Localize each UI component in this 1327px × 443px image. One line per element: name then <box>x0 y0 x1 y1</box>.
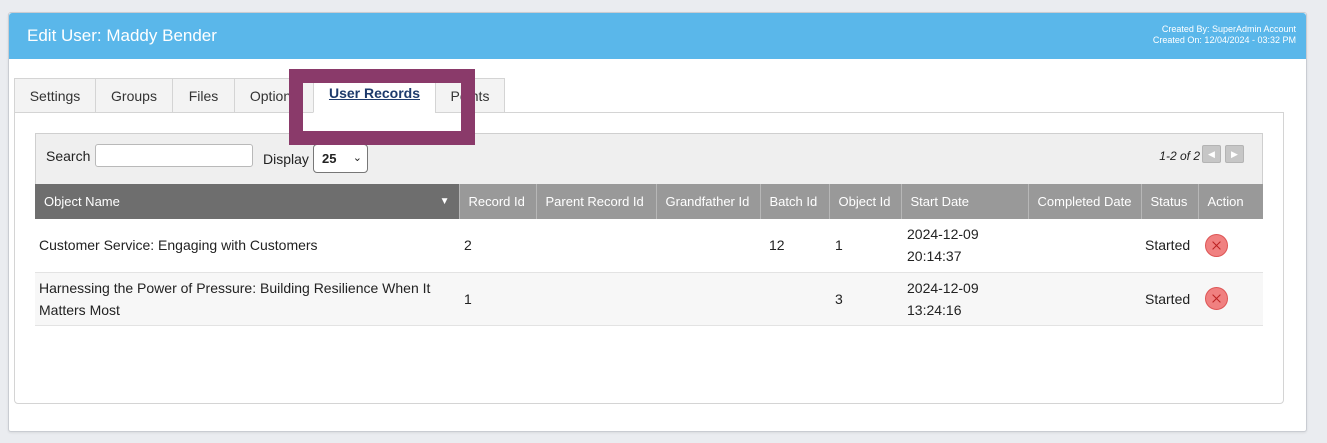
cell-action <box>1198 219 1263 273</box>
tab-user-records[interactable]: User Records <box>313 76 435 113</box>
column-header-label: Batch Id <box>769 194 818 209</box>
cancel-circle-icon[interactable] <box>1205 287 1228 311</box>
created-by-text: Created By: SuperAdmin Account <box>1161 24 1296 34</box>
cell-completed-date <box>1028 272 1141 326</box>
cell-parent-record-id <box>536 219 656 273</box>
display-select-value: 25 <box>322 151 337 166</box>
pager-next-button[interactable]: ▶ <box>1225 145 1244 163</box>
column-header-object-name[interactable]: Object Name ▼ <box>35 184 460 219</box>
column-header-label: Start Date <box>910 194 970 209</box>
panel-header: Edit User: Maddy Bender Created By: Supe… <box>9 13 1306 59</box>
column-header-start-date[interactable]: Start Date <box>901 184 1029 219</box>
cell-start-date: 2024-12-09 20:14:37 <box>901 219 1028 273</box>
cell-record-id: 1 <box>459 272 536 326</box>
cell-object-name: Harnessing the Power of Pressure: Buildi… <box>35 272 459 326</box>
column-header-label: Completed Date <box>1037 194 1132 209</box>
column-header-label: Action <box>1207 194 1244 209</box>
column-header-label: Object Name <box>44 194 120 209</box>
created-on-text: Created On: 12/04/2024 - 03:32 PM <box>1152 35 1296 45</box>
cell-object-id: 1 <box>829 219 901 273</box>
cell-grandfather-id <box>656 272 760 326</box>
cell-action <box>1198 272 1263 326</box>
cell-status: Started <box>1141 272 1198 326</box>
column-header-label: Record Id <box>468 194 525 209</box>
chevron-down-icon: ⌄ <box>352 152 362 164</box>
column-header-status[interactable]: Status <box>1141 184 1199 219</box>
search-input[interactable] <box>95 144 253 167</box>
tab-options[interactable]: Options <box>234 78 313 113</box>
column-header-label: Status <box>1150 194 1188 209</box>
cell-batch-id <box>760 272 829 326</box>
sort-down-icon: ▼ <box>439 196 450 207</box>
start-time-text: 13:24:16 <box>907 301 962 318</box>
cell-object-id: 3 <box>829 272 901 326</box>
tab-points[interactable]: Points <box>435 78 505 113</box>
cell-record-id: 2 <box>459 219 536 273</box>
cell-status: Started <box>1141 219 1198 273</box>
table-row: Customer Service: Engaging with Customer… <box>35 219 1263 273</box>
table-toolbar: Search Display 25 ⌄ 1-2 of 2 ◀ ▶ <box>35 133 1263 185</box>
tab-user-records-label: User Records <box>328 84 421 101</box>
tab-options-label: Options <box>249 87 299 104</box>
column-header-label: Grandfather Id <box>665 194 750 209</box>
table-header-row: Object Name ▼ Record Id Parent Record Id … <box>35 184 1263 219</box>
column-header-grandfather-id[interactable]: Grandfather Id <box>656 184 761 219</box>
tab-groups-label: Groups <box>111 87 157 104</box>
triangle-right-icon: ▶ <box>1231 149 1238 159</box>
cell-parent-record-id <box>536 272 656 326</box>
tab-files-label: Files <box>188 87 219 104</box>
column-header-completed-date[interactable]: Completed Date <box>1028 184 1142 219</box>
tab-files[interactable]: Files <box>172 78 234 113</box>
start-time-text: 20:14:37 <box>907 248 962 265</box>
user-records-table: Object Name ▼ Record Id Parent Record Id … <box>35 184 1263 326</box>
cell-start-date: 2024-12-09 13:24:16 <box>901 272 1028 326</box>
cell-completed-date <box>1028 219 1141 273</box>
user-records-content: Search Display 25 ⌄ 1-2 of 2 ◀ ▶ Object … <box>14 112 1284 404</box>
column-header-object-id[interactable]: Object Id <box>829 184 902 219</box>
cell-batch-id: 12 <box>760 219 829 273</box>
column-header-label: Object Id <box>838 194 891 209</box>
tab-settings[interactable]: Settings <box>14 78 95 113</box>
pager-prev-button[interactable]: ◀ <box>1202 145 1221 163</box>
tab-groups[interactable]: Groups <box>95 78 172 113</box>
column-header-parent-record-id[interactable]: Parent Record Id <box>536 184 657 219</box>
column-header-label: Parent Record Id <box>545 194 644 209</box>
cell-object-name: Customer Service: Engaging with Customer… <box>35 219 459 273</box>
tab-points-label: Points <box>450 87 490 104</box>
cancel-circle-icon[interactable] <box>1205 234 1228 258</box>
tab-bar: Settings Groups Files Options User Recor… <box>14 76 505 114</box>
display-label: Display <box>263 151 309 167</box>
cell-grandfather-id <box>656 219 760 273</box>
created-meta: Created By: SuperAdmin Account Created O… <box>1153 24 1296 46</box>
triangle-left-icon: ◀ <box>1208 149 1215 159</box>
column-header-batch-id[interactable]: Batch Id <box>760 184 830 219</box>
start-date-text: 2024-12-09 <box>907 279 979 296</box>
column-header-record-id[interactable]: Record Id <box>459 184 537 219</box>
display-select[interactable]: 25 ⌄ <box>313 144 368 173</box>
start-date-text: 2024-12-09 <box>907 226 979 243</box>
tab-settings-label: Settings <box>29 87 81 104</box>
table-row: Harnessing the Power of Pressure: Buildi… <box>35 272 1263 326</box>
pager-text: 1-2 of 2 <box>1159 149 1200 163</box>
column-header-action: Action <box>1198 184 1263 219</box>
search-label: Search <box>46 148 91 164</box>
page-title: Edit User: Maddy Bender <box>27 26 217 45</box>
